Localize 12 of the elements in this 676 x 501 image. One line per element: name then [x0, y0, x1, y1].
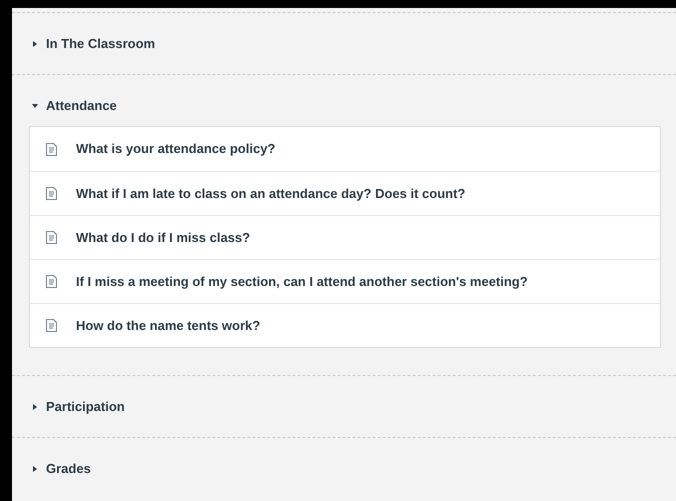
question-link[interactable]: What do I do if I miss class?	[30, 215, 660, 259]
question-link[interactable]: How do the name tents work?	[30, 303, 660, 347]
document-icon	[46, 142, 57, 156]
section-header[interactable]: In The Classroom	[12, 13, 676, 74]
document-icon	[46, 275, 57, 288]
document-icon	[46, 231, 57, 244]
section-header[interactable]: Participation	[12, 376, 676, 437]
question-link[interactable]: If I miss a meeting of my section, can I attend another section's meeting?	[30, 259, 660, 303]
document-icon	[46, 319, 57, 332]
document-icon	[46, 187, 57, 200]
section-header[interactable]: Grades	[12, 438, 676, 499]
question-link[interactable]: What if I am late to class on an attendance day? Does it count?	[30, 171, 660, 215]
